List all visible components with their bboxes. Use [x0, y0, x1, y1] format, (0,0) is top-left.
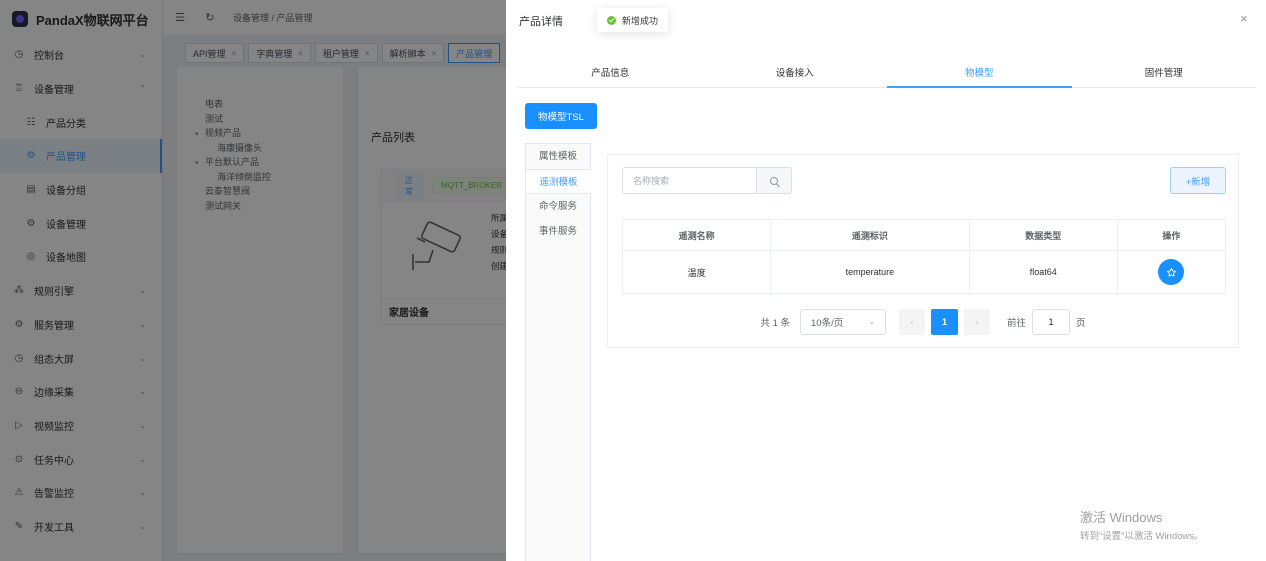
- table-row: 温度 temperature float64: [621, 250, 1227, 294]
- tab-model[interactable]: 物模型: [887, 64, 1072, 88]
- telemetry-table: 遥测名称 遥测标识 数据类型 操作 温度 temperature float64: [621, 219, 1227, 294]
- tsl-button[interactable]: 物模型TSL: [525, 103, 597, 129]
- vtab-event[interactable]: 事件服务: [526, 219, 590, 244]
- toast-message: 新增成功: [622, 15, 659, 26]
- vtab-telemetry[interactable]: 遥测模板: [526, 169, 591, 194]
- vtab-command[interactable]: 命令服务: [526, 194, 590, 219]
- page-size-select[interactable]: 10条/页 ⌄: [800, 309, 887, 335]
- star-icon: [1166, 267, 1176, 277]
- watermark-line-1: 激活 Windows: [1080, 510, 1163, 525]
- pagination-total: 共 1 条: [760, 318, 791, 329]
- search-icon: [770, 176, 778, 185]
- search-button[interactable]: [756, 167, 792, 194]
- tab-firmware[interactable]: 固件管理: [1072, 64, 1257, 87]
- model-vertical-tabs: 属性模板 遥测模板 命令服务 事件服务: [525, 143, 591, 561]
- vtab-property[interactable]: 属性模板: [526, 144, 590, 169]
- prev-page-button[interactable]: ‹: [899, 309, 926, 335]
- table-header-row: 遥测名称 遥测标识 数据类型 操作: [621, 219, 1227, 251]
- star-button[interactable]: [1158, 259, 1185, 285]
- table-body: 温度 temperature float64: [621, 250, 1227, 294]
- page-unit-label: 页: [1076, 318, 1086, 329]
- drawer-title: 产品详情: [519, 16, 563, 28]
- search-bar: [622, 167, 792, 194]
- column-header: 操作: [1116, 219, 1227, 251]
- cell-key: temperature: [770, 250, 970, 294]
- search-input[interactable]: [622, 167, 756, 194]
- cell-name: 温度: [621, 250, 772, 294]
- next-page-button[interactable]: ›: [964, 309, 991, 335]
- cell-type: float64: [968, 250, 1118, 294]
- goto-label: 前往: [1007, 318, 1027, 329]
- page-number-button[interactable]: 1: [931, 309, 959, 335]
- page-size-value: 10条/页: [811, 318, 844, 329]
- column-header: 数据类型: [968, 219, 1118, 251]
- tab-access[interactable]: 设备接入: [703, 64, 888, 87]
- chevron-down-icon: ⌄: [868, 317, 876, 326]
- product-detail-drawer: 产品详情 × 产品信息 设备接入 物模型 固件管理 物模型TSL 属性模板 遥测模板 命令…: [506, 0, 1266, 561]
- close-icon[interactable]: ×: [1240, 11, 1248, 26]
- watermark-line-2: 转到“设置”以激活 Windows。: [1080, 531, 1204, 542]
- goto-page-input[interactable]: [1032, 309, 1071, 335]
- column-header: 遥测名称: [621, 219, 772, 251]
- column-header: 遥测标识: [770, 219, 970, 251]
- tab-info[interactable]: 产品信息: [518, 64, 703, 87]
- success-toast: 新增成功: [597, 8, 668, 32]
- windows-activation-watermark: 激活 Windows 转到“设置”以激活 Windows。: [1080, 507, 1204, 542]
- pagination: 共 1 条 10条/页 ⌄ ‹ 1 › 前往 页: [608, 309, 1238, 335]
- telemetry-panel: +新增 遥测名称遥测标识数据类型操作 温度temperaturefloat64 …: [607, 154, 1239, 348]
- detail-tabs: 产品信息 设备接入 物模型 固件管理: [518, 64, 1256, 88]
- check-circle-icon: [607, 15, 616, 25]
- add-button[interactable]: +新增: [1170, 167, 1226, 194]
- cell-actions: [1116, 250, 1227, 294]
